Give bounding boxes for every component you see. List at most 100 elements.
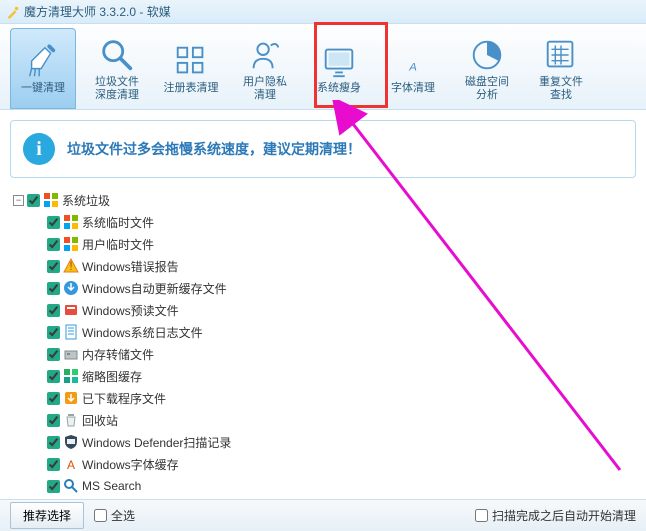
tree-item[interactable]: 内存转储文件 bbox=[9, 345, 639, 363]
tree-checkbox[interactable] bbox=[47, 238, 60, 251]
tree-checkbox[interactable] bbox=[47, 458, 60, 471]
tree-checkbox[interactable] bbox=[47, 304, 60, 317]
tree-checkbox[interactable] bbox=[47, 260, 60, 273]
tree-label: 系统临时文件 bbox=[82, 214, 154, 231]
auto-clean-checkbox[interactable]: 扫描完成之后自动开始清理 bbox=[475, 507, 636, 524]
tree-item[interactable]: Windows自动更新缓存文件 bbox=[9, 279, 639, 297]
tb-duplicate-find[interactable]: 重复文件查找 bbox=[528, 28, 594, 109]
tree-checkbox[interactable] bbox=[47, 480, 60, 493]
tree-item[interactable]: − 系统垃圾 bbox=[9, 191, 639, 209]
thumb-icon bbox=[63, 368, 79, 384]
log-icon bbox=[63, 324, 79, 340]
tree-checkbox[interactable] bbox=[47, 436, 60, 449]
download-icon bbox=[63, 390, 79, 406]
tree-item[interactable]: Windows预读文件 bbox=[9, 301, 639, 319]
tree-checkbox[interactable] bbox=[47, 348, 60, 361]
tree-label: Windows系统日志文件 bbox=[82, 324, 203, 341]
tree-label: 已下载程序文件 bbox=[82, 390, 166, 407]
prefetch-icon bbox=[63, 302, 79, 318]
recycle-icon bbox=[63, 412, 79, 428]
tree-label: Windows Defender扫描记录 bbox=[82, 434, 231, 451]
tree-checkbox[interactable] bbox=[47, 370, 60, 383]
tip-banner: i 垃圾文件过多会拖慢系统速度，建议定期清理！ bbox=[10, 120, 636, 178]
win-icon bbox=[43, 192, 59, 208]
magnifier-icon bbox=[98, 36, 136, 74]
tb-one-click-clean[interactable]: 一键清理 bbox=[10, 28, 76, 109]
tree-label: Windows字体缓存 bbox=[82, 456, 179, 473]
tree-label: 系统垃圾 bbox=[62, 192, 110, 209]
font-icon: A bbox=[394, 42, 432, 80]
title-text: 魔方清理大师 3.3.2.0 - 软媒 bbox=[24, 3, 171, 20]
recommend-button[interactable]: 推荐选择 bbox=[10, 502, 84, 529]
svg-text:A: A bbox=[408, 62, 417, 74]
tb-privacy-clean[interactable]: 用户隐私清理 bbox=[232, 28, 298, 109]
tree-checkbox[interactable] bbox=[47, 414, 60, 427]
tree-item[interactable]: 用户临时文件 bbox=[9, 235, 639, 253]
tree-spacer bbox=[33, 393, 44, 404]
info-icon: i bbox=[23, 133, 55, 165]
privacy-icon bbox=[246, 36, 284, 74]
tree-label: 内存转储文件 bbox=[82, 346, 154, 363]
tree-item[interactable]: 已下载程序文件 bbox=[9, 389, 639, 407]
tree-label: Windows自动更新缓存文件 bbox=[82, 280, 227, 297]
tree-item[interactable]: Windows系统日志文件 bbox=[9, 323, 639, 341]
tree-spacer bbox=[33, 217, 44, 228]
tree-spacer bbox=[33, 349, 44, 360]
tree-spacer bbox=[33, 371, 44, 382]
tree-label: Windows错误报告 bbox=[82, 258, 179, 275]
tree-spacer bbox=[33, 459, 44, 470]
tree-item[interactable]: Windows Defender扫描记录 bbox=[9, 433, 639, 451]
tree-spacer bbox=[33, 481, 44, 492]
tree-item[interactable]: A Windows字体缓存 bbox=[9, 455, 639, 473]
svg-text:!: ! bbox=[69, 259, 72, 273]
font-icon: A bbox=[63, 456, 79, 472]
tree-checkbox[interactable] bbox=[47, 282, 60, 295]
select-all-checkbox[interactable]: 全选 bbox=[94, 507, 135, 524]
tree-label: 用户临时文件 bbox=[82, 236, 154, 253]
tree-spacer bbox=[33, 327, 44, 338]
tree-label: 回收站 bbox=[82, 412, 118, 429]
tree-item[interactable]: MS Search bbox=[9, 477, 639, 495]
cleanup-tree[interactable]: − 系统垃圾系统临时文件用户临时文件! Windows错误报告 Windows自动更新… bbox=[6, 188, 640, 506]
tb-font-clean[interactable]: A 字体清理 bbox=[380, 28, 446, 109]
tree-item[interactable]: 系统临时文件 bbox=[9, 213, 639, 231]
tree-item[interactable]: 缩略图缓存 bbox=[9, 367, 639, 385]
toolbar: 一键清理 垃圾文件深度清理 注册表清理 用户隐私清理 系统瘦身 A 字体清理 磁… bbox=[0, 24, 646, 110]
registry-icon bbox=[172, 42, 210, 80]
app-icon bbox=[6, 5, 20, 19]
tb-disk-analyze[interactable]: 磁盘空间分析 bbox=[454, 28, 520, 109]
tree-checkbox[interactable] bbox=[47, 326, 60, 339]
search-icon bbox=[63, 478, 79, 494]
tree-spacer bbox=[33, 261, 44, 272]
tb-registry-clean[interactable]: 注册表清理 bbox=[158, 28, 224, 109]
bottom-bar: 推荐选择 全选 扫描完成之后自动开始清理 bbox=[0, 499, 646, 531]
tree-label: 缩略图缓存 bbox=[82, 368, 142, 385]
dump-icon bbox=[63, 346, 79, 362]
tree-spacer bbox=[33, 239, 44, 250]
svg-text:A: A bbox=[67, 458, 75, 472]
tree-spacer bbox=[33, 305, 44, 316]
tree-label: Windows预读文件 bbox=[82, 302, 179, 319]
titlebar: 魔方清理大师 3.3.2.0 - 软媒 bbox=[0, 0, 646, 24]
tb-deep-clean[interactable]: 垃圾文件深度清理 bbox=[84, 28, 150, 109]
tree-item[interactable]: ! Windows错误报告 bbox=[9, 257, 639, 275]
defender-icon bbox=[63, 434, 79, 450]
warn-icon: ! bbox=[63, 258, 79, 274]
tree-checkbox[interactable] bbox=[27, 194, 40, 207]
win-icon bbox=[63, 236, 79, 252]
broom-icon bbox=[24, 42, 62, 80]
tb-system-slim[interactable]: 系统瘦身 bbox=[306, 28, 372, 109]
win-icon bbox=[63, 214, 79, 230]
update-icon bbox=[63, 280, 79, 296]
tree-spacer bbox=[33, 437, 44, 448]
tree-checkbox[interactable] bbox=[47, 392, 60, 405]
monitor-icon bbox=[320, 42, 358, 80]
tip-text: 垃圾文件过多会拖慢系统速度，建议定期清理！ bbox=[67, 139, 361, 159]
duplicate-icon bbox=[542, 36, 580, 74]
disk-icon bbox=[468, 36, 506, 74]
tree-spacer bbox=[33, 415, 44, 426]
tree-label: MS Search bbox=[82, 479, 141, 493]
tree-checkbox[interactable] bbox=[47, 216, 60, 229]
collapse-icon[interactable]: − bbox=[13, 195, 24, 206]
tree-item[interactable]: 回收站 bbox=[9, 411, 639, 429]
